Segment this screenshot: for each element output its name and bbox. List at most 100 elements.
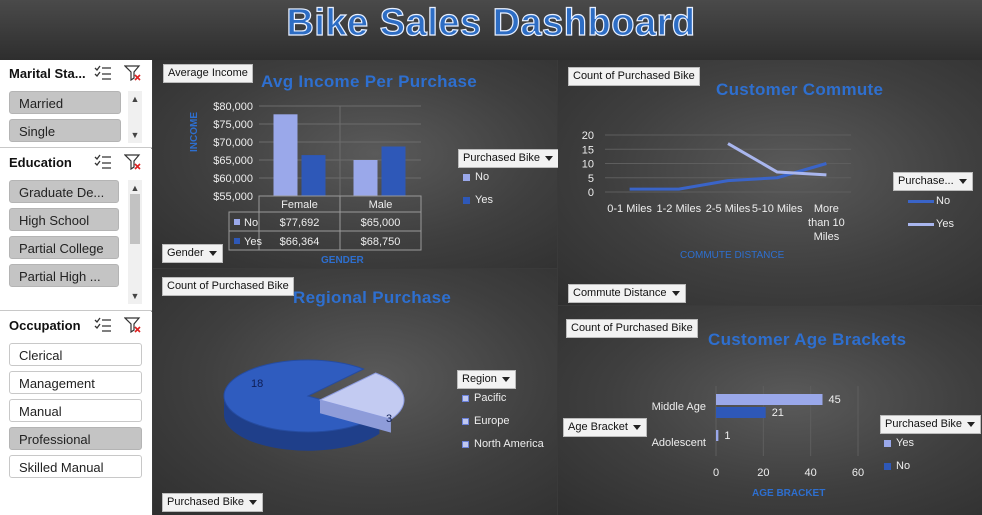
legend-field-button[interactable]: Purchased Bike: [880, 415, 982, 434]
slicer-title: Occupation: [9, 318, 81, 333]
x-tick-label: 20: [757, 467, 769, 479]
y-tick-label: 15: [582, 144, 594, 156]
table-cell: $68,750: [361, 236, 401, 248]
data-label: 1: [724, 430, 730, 442]
income-chart-panel: Average Income Avg Income Per Purchase I…: [153, 60, 560, 268]
slicer-item-professional[interactable]: Professional: [9, 427, 142, 450]
line-series-no: [629, 162, 827, 191]
scroll-up-icon[interactable]: ▲: [128, 93, 142, 105]
y-tick-label: $55,000: [213, 191, 253, 203]
bar-no-male: [353, 160, 378, 196]
slicer-item-partial-high-school[interactable]: Partial High ...: [9, 264, 119, 287]
bar-yes-male: [381, 146, 406, 196]
x-tick-label: 5-10 Miles: [752, 203, 803, 215]
legend-item-no: No: [884, 460, 910, 472]
legend-item-north-america: North America: [462, 438, 544, 450]
table-header-male: Male: [369, 199, 393, 211]
x-axis-title: GENDER: [321, 255, 364, 266]
slicer-education: Education Graduate De... High School Par…: [0, 149, 152, 311]
y-tick-label: Adolescent: [652, 437, 706, 449]
scroll-down-icon[interactable]: ▼: [128, 290, 142, 302]
y-tick-label: Middle Age: [652, 401, 706, 413]
legend-field-button[interactable]: Purchase...: [893, 172, 973, 191]
x-tick-label: 2-5 Miles: [706, 203, 751, 215]
multi-select-icon[interactable]: [94, 317, 112, 333]
slicer-occupation: Occupation Clerical Management Manual Pr…: [0, 312, 152, 515]
bar-yes-adolescent: [716, 430, 719, 441]
slicer-marital-status: Marital Sta... Married Single ▲ ▼: [0, 60, 152, 148]
slicer-item-married[interactable]: Married: [9, 91, 121, 114]
clear-filter-icon[interactable]: [124, 154, 142, 170]
axis-field-button[interactable]: Age Bracket: [563, 418, 647, 437]
x-tick-label: More than 10 Miles: [808, 203, 845, 243]
axis-field-button[interactable]: Commute Distance: [568, 284, 686, 303]
slicer-item-management[interactable]: Management: [9, 371, 142, 394]
slicer-scrollbar[interactable]: ▲ ▼: [128, 180, 142, 304]
table-cell: $66,364: [280, 236, 320, 248]
scroll-thumb[interactable]: [130, 194, 140, 244]
dashboard-title: Bike Sales Dashboard: [286, 1, 696, 44]
slicer-item-clerical[interactable]: Clerical: [9, 343, 142, 366]
table-row-label: No: [244, 217, 258, 229]
filter-field-button[interactable]: Purchased Bike: [162, 493, 264, 512]
y-tick-label: $60,000: [213, 173, 253, 185]
x-tick-label: 40: [805, 467, 817, 479]
data-label: 21: [772, 407, 784, 419]
slicer-item-graduate-degree[interactable]: Graduate De...: [9, 180, 119, 203]
slicer-title: Marital Sta...: [9, 66, 86, 81]
x-axis-title: COMMUTE DISTANCE: [680, 250, 785, 261]
axis-field-button[interactable]: Gender: [162, 244, 223, 263]
bar-yes-middle-age: [716, 394, 823, 405]
region-chart-panel: Count of Purchased Bike Regional Purchas…: [153, 269, 557, 515]
y-tick-label: 20: [582, 130, 594, 142]
legend-item-europe: Europe: [462, 415, 509, 427]
table-legend-key: [234, 219, 240, 225]
table-cell: $77,692: [280, 217, 320, 229]
table-header-female: Female: [281, 199, 318, 211]
clear-filter-icon[interactable]: [124, 317, 142, 333]
age-plot: 0 20 40 60 Middle Age 45 21 Adolescent 1: [652, 386, 864, 479]
bar-no-middle-age: [716, 407, 766, 418]
legend-item-yes: Yes: [908, 218, 954, 230]
legend-field-button[interactable]: Region: [457, 370, 516, 389]
slicer-scrollbar[interactable]: ▲ ▼: [128, 91, 142, 143]
commute-chart-panel: Count of Purchased Bike Customer Commute…: [558, 60, 982, 305]
y-tick-label: $80,000: [213, 101, 253, 113]
y-tick-label: $65,000: [213, 155, 253, 167]
legend-item-pacific: Pacific: [462, 392, 506, 404]
x-tick-label: 0-1 Miles: [607, 203, 652, 215]
legend-field-button[interactable]: Purchased Bike: [458, 149, 560, 168]
y-tick-label: 10: [582, 159, 594, 171]
slicer-item-manual[interactable]: Manual: [9, 399, 142, 422]
table-cell: $65,000: [361, 217, 401, 229]
title-bar: Bike Sales Dashboard: [0, 0, 982, 60]
slicer-item-high-school[interactable]: High School: [9, 208, 119, 231]
x-tick-label: 0: [713, 467, 719, 479]
data-label-pacific: 3: [386, 413, 392, 425]
x-tick-label: 1-2 Miles: [656, 203, 701, 215]
x-tick-label: 60: [852, 467, 864, 479]
legend-item-no: No: [463, 171, 489, 183]
bar-no-female: [273, 114, 298, 196]
bar-yes-female: [301, 155, 326, 196]
slicer-item-single[interactable]: Single: [9, 119, 121, 142]
table-legend-key: [234, 238, 240, 244]
y-tick-label: $75,000: [213, 119, 253, 131]
slicer-item-skilled-manual[interactable]: Skilled Manual: [9, 455, 142, 478]
legend-item-yes: Yes: [884, 437, 914, 449]
legend-item-no: No: [908, 195, 950, 207]
y-tick-label: 0: [588, 187, 594, 199]
slicer-item-partial-college[interactable]: Partial College: [9, 236, 119, 259]
scroll-up-icon[interactable]: ▲: [128, 182, 142, 194]
slicer-title: Education: [9, 155, 72, 170]
multi-select-icon[interactable]: [94, 154, 112, 170]
clear-filter-icon[interactable]: [124, 65, 142, 81]
y-tick-label: 5: [588, 173, 594, 185]
y-tick-label: $70,000: [213, 137, 253, 149]
scroll-down-icon[interactable]: ▼: [128, 129, 142, 141]
table-row-label: Yes: [244, 236, 262, 248]
data-label: 45: [829, 394, 841, 406]
multi-select-icon[interactable]: [94, 65, 112, 81]
legend-item-yes: Yes: [463, 194, 493, 206]
line-series-yes: [727, 142, 827, 177]
